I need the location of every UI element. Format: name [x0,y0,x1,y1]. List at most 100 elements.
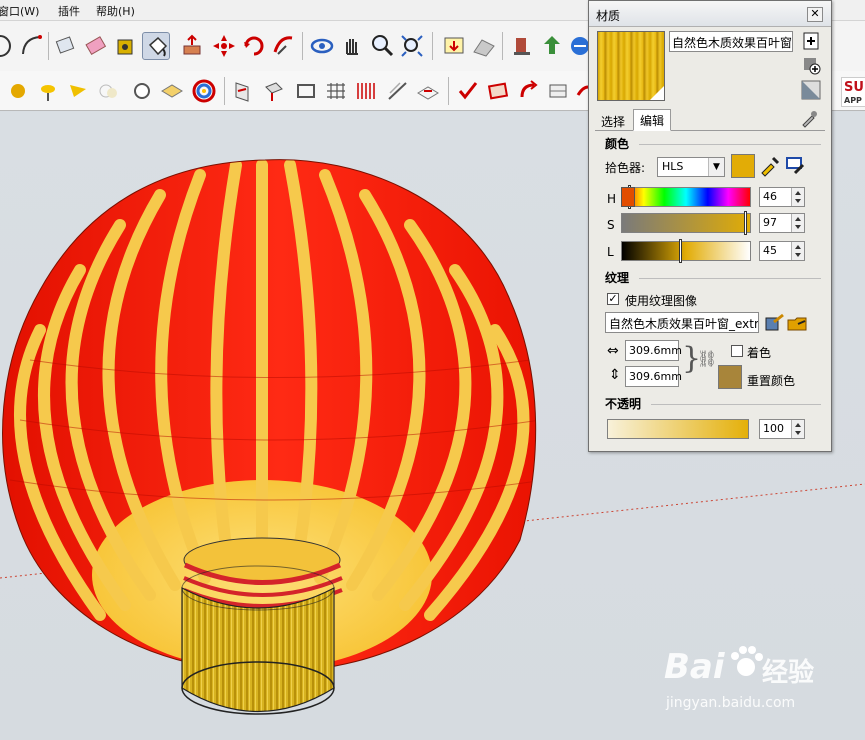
toolbar-separator [448,77,449,105]
color-swatch[interactable] [731,154,755,178]
section-plane-icon[interactable] [158,77,186,105]
zoom-icon[interactable] [368,32,396,60]
picker-value: HLS [662,160,684,173]
get-models-icon[interactable] [508,32,536,60]
opacity-slider[interactable] [607,419,749,439]
section-divider [651,404,821,405]
width-arrow-icon: ⇔ [607,343,619,359]
match-screen-color-icon[interactable] [785,155,807,177]
sample-paint-icon[interactable] [799,109,819,129]
s-label: S [607,218,615,232]
tape-icon[interactable] [34,77,62,105]
fog-icon[interactable] [94,77,122,105]
watermark-brand: Bai [664,647,725,687]
plugin-logo-sub: APP [844,96,862,105]
zoom-extents-icon[interactable] [398,32,426,60]
frame-icon[interactable] [292,77,320,105]
link-aspect-icon[interactable]: ⛓ [697,349,717,368]
detail-icon[interactable] [801,31,821,51]
spinner-icon[interactable] [791,420,804,438]
orbit-icon[interactable] [0,32,14,60]
close-icon[interactable]: ✕ [807,7,823,22]
camera-icon[interactable] [230,77,258,105]
edit-texture-icon[interactable] [764,312,786,334]
texture-width-field[interactable]: 309.6mm [625,340,682,361]
add-location-icon[interactable] [440,32,468,60]
s-value-field[interactable]: 97 [759,213,805,233]
color-section-title: 颜色 [605,137,630,151]
saturation-slider[interactable] [621,211,751,235]
orbit-view-icon[interactable] [308,32,336,60]
section-divider [639,278,821,279]
reset-color-label[interactable]: 重置颜色 [747,372,795,389]
color-picker-select[interactable]: HLS ▼ [657,157,725,177]
opacity-value: 100 [763,422,784,435]
menu-help[interactable]: 帮助(H) [96,3,135,19]
l-value-field[interactable]: 45 [759,241,805,261]
browse-texture-icon[interactable] [786,312,808,334]
spinner-icon[interactable] [791,242,804,260]
plugin-logo-text: SU [844,80,864,95]
toggle-terrain-icon[interactable] [470,32,498,60]
tab-edit[interactable]: 编辑 [633,109,672,131]
lightness-slider-handle[interactable] [679,239,682,263]
arc-icon[interactable] [18,32,46,60]
texture-height-field[interactable]: 309.6mm [625,366,682,387]
match-model-color-icon[interactable] [759,155,781,177]
create-material-icon[interactable] [801,55,821,75]
colorize-checkbox[interactable] [731,345,743,357]
follow-me-icon[interactable] [270,32,298,60]
plane-icon[interactable] [414,77,442,105]
share-model-icon[interactable] [538,32,566,60]
chevron-down-icon: ▼ [708,158,724,176]
opacity-value-field[interactable]: 100 [759,419,805,439]
eraser-pink-icon[interactable] [82,32,110,60]
opacity-section-title: 不透明 [605,397,642,411]
watermark-url: jingyan.baidu.com [666,695,796,711]
grid-icon[interactable] [322,77,350,105]
stairs-icon[interactable] [352,77,380,105]
colorize-label: 着色 [747,346,772,360]
check-icon[interactable] [454,77,482,105]
dialog-titlebar[interactable]: 材质 ✕ [589,1,831,27]
toolbar-separator [48,32,49,60]
ramp-icon[interactable] [384,77,412,105]
dialog-tabs: 选择 编辑 [595,109,825,131]
eraser-icon[interactable] [52,32,80,60]
layout-icon[interactable] [544,77,572,105]
l-value: 45 [763,244,777,257]
h-value-field[interactable]: 46 [759,187,805,207]
sphere-icon[interactable] [4,77,32,105]
push-icon[interactable] [260,77,288,105]
height-arrow-icon: ⇕ [609,367,621,383]
paint-bucket-icon[interactable] [142,32,170,60]
card-icon[interactable] [484,77,512,105]
toolbar-separator [432,32,433,60]
color-wheel-icon[interactable] [190,77,218,105]
pan-icon[interactable] [338,32,366,60]
material-name-field[interactable]: 自然色木质效果百叶窗 [669,31,793,52]
default-material-icon[interactable] [801,80,821,100]
rotate-icon[interactable] [240,32,268,60]
picker-label: 拾色器: [605,161,646,175]
flip-icon[interactable] [514,77,542,105]
tab-select[interactable]: 选择 [595,111,631,131]
spinner-icon[interactable] [791,188,804,206]
texture-file-field[interactable]: 自然色木质效果百叶窗_extra [605,312,759,333]
push-pull-icon[interactable] [178,32,206,60]
use-texture-checkbox[interactable]: ✓ [607,293,619,305]
material-preview[interactable] [597,31,665,101]
hue-slider[interactable] [621,185,751,209]
dialog-title: 材质 [596,9,621,23]
cone-icon[interactable] [64,77,92,105]
saturation-slider-handle[interactable] [744,211,747,235]
spinner-icon[interactable] [791,214,804,232]
menu-window[interactable]: 窗口(W) [0,3,39,19]
plugin-logo[interactable]: SU APP [841,77,865,107]
menu-plugins[interactable]: 插件 [58,3,80,19]
move-icon[interactable] [210,32,238,60]
reset-color-swatch[interactable] [718,365,742,389]
lightness-slider[interactable] [621,239,751,263]
tape-measure-icon[interactable] [112,32,140,60]
circle-icon[interactable] [128,77,156,105]
